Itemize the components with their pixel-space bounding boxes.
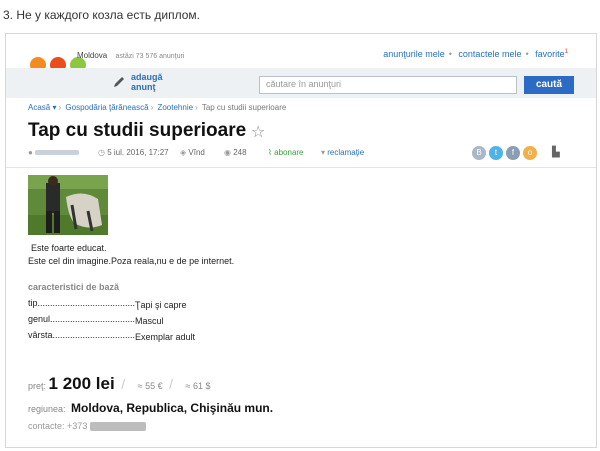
description-line-2: Este cel din imagine.Poza reala,nu e de …: [28, 256, 235, 266]
my-ads-link[interactable]: anunţurile mele: [383, 49, 445, 59]
top-links: anunţurile mele • contactele mele • favori…: [383, 49, 568, 59]
tag-icon: ◈: [180, 148, 187, 157]
characteristic-row: vârsta..................................…: [28, 330, 195, 342]
ad-status: ◈ Vînd: [180, 148, 205, 157]
user-icon: ●: [28, 148, 33, 157]
search-input[interactable]: căutare în anunţuri: [259, 76, 517, 94]
price-row: preţ: 1 200 lei / ≈ 55 € / ≈ 61 $: [28, 374, 211, 393]
price-eur: ≈ 55 €: [137, 381, 163, 391]
contacts-row: contacte: +373: [28, 421, 146, 432]
ad-title: Tap cu studii superioare: [28, 120, 247, 141]
characteristic-key: genul...................................…: [28, 314, 135, 324]
odnoklassniki-share-icon[interactable]: o: [523, 146, 537, 160]
breadcrumb-current: Tap cu studii superioare: [201, 103, 287, 112]
clock-icon: ◷: [98, 148, 105, 157]
ad-photo[interactable]: [28, 175, 108, 235]
search-button[interactable]: caută: [524, 76, 574, 94]
breadcrumb-home[interactable]: Acasă ▾: [28, 103, 56, 112]
complaint-link[interactable]: ▾ reclamaţie: [321, 148, 364, 157]
rss-icon: ⌇: [268, 148, 272, 157]
add-ad-button[interactable]: adaugă anunţ: [112, 72, 163, 92]
phone-blurred: [89, 422, 146, 432]
complaint-label: reclamaţie: [327, 148, 365, 157]
add-ad-label-1: adaugă: [131, 72, 163, 82]
region-value: Moldova, Republica, Chişinău mun.: [71, 401, 274, 415]
ad-date-text: 5 iul. 2016, 17:27: [107, 148, 169, 157]
region-row: regiunea: Moldova, Republica, Chişinău m…: [28, 401, 273, 415]
post-caption: 3. Не у каждого козла есть диплом.: [3, 8, 201, 22]
price-value: 1 200 lei: [48, 374, 115, 393]
breadcrumb-subcategory[interactable]: Zootehnie: [157, 103, 193, 112]
characteristic-key: tip.....................................…: [28, 298, 135, 308]
region-selector[interactable]: Moldova: [77, 51, 107, 60]
vk-share-icon[interactable]: B: [472, 146, 486, 160]
characteristic-value: Exemplar adult: [135, 332, 196, 342]
screenshot-frame: Moldova astăzi 73 576 anunţuri anunţuril…: [5, 33, 597, 448]
characteristic-row: genul...................................…: [28, 314, 164, 326]
ad-date: ◷ 5 iul. 2016, 17:27: [98, 148, 169, 157]
facebook-share-icon[interactable]: f: [506, 146, 520, 160]
ad-views: ◉ 248: [224, 148, 247, 157]
characteristic-value: Mascul: [135, 316, 164, 326]
contacts-label: contacte:: [28, 421, 65, 431]
pencil-icon: [114, 77, 124, 87]
meta-divider: [6, 167, 596, 168]
region-label: regiunea:: [28, 404, 66, 414]
price-label: preţ:: [28, 381, 47, 391]
print-icon[interactable]: ▙: [552, 147, 560, 158]
characteristics-title: caracteristici de bază: [28, 282, 120, 292]
region-info: Moldova astăzi 73 576 anunţuri: [77, 51, 184, 60]
description-line-1: Este foarte educat.: [31, 243, 107, 253]
ad-meta-row: ● ◷ 5 iul. 2016, 17:27 ◈ Vînd ◉ 248 ⌇ ab…: [28, 146, 588, 162]
favorites-count: 1: [564, 49, 568, 55]
characteristic-key: vârsta..................................…: [28, 330, 135, 340]
ad-views-count: 248: [233, 148, 247, 157]
breadcrumb: Acasă ▾ › Gospodăria ţărănească › Zootehni…: [28, 103, 287, 112]
subscribe-label: abonare: [274, 148, 304, 157]
twitter-share-icon[interactable]: t: [489, 146, 503, 160]
phone-prefix[interactable]: +373: [67, 421, 87, 431]
eye-icon: ◉: [224, 148, 231, 157]
favorites-link[interactable]: favorite: [535, 49, 565, 59]
ads-today-count: astăzi 73 576 anunţuri: [115, 53, 185, 60]
price-usd: ≈ 61 $: [185, 381, 211, 391]
characteristic-value: Ţapi şi capre: [135, 300, 187, 310]
my-contacts-link[interactable]: contactele mele: [458, 49, 521, 59]
subscribe-link[interactable]: ⌇ abonare: [268, 148, 304, 157]
breadcrumb-category[interactable]: Gospodăria ţărănească: [65, 103, 148, 112]
author-name-blurred: [35, 150, 80, 156]
add-ad-label-2: anunţ: [131, 82, 156, 92]
author[interactable]: ●: [28, 148, 80, 157]
favorite-star-icon[interactable]: ☆: [251, 122, 265, 142]
ad-description: Este foarte educat. Este cel din imagine…: [28, 242, 234, 268]
ad-status-text: Vînd: [188, 148, 205, 157]
characteristic-row: tip.....................................…: [28, 298, 187, 310]
thumbs-down-icon: ▾: [321, 148, 326, 157]
